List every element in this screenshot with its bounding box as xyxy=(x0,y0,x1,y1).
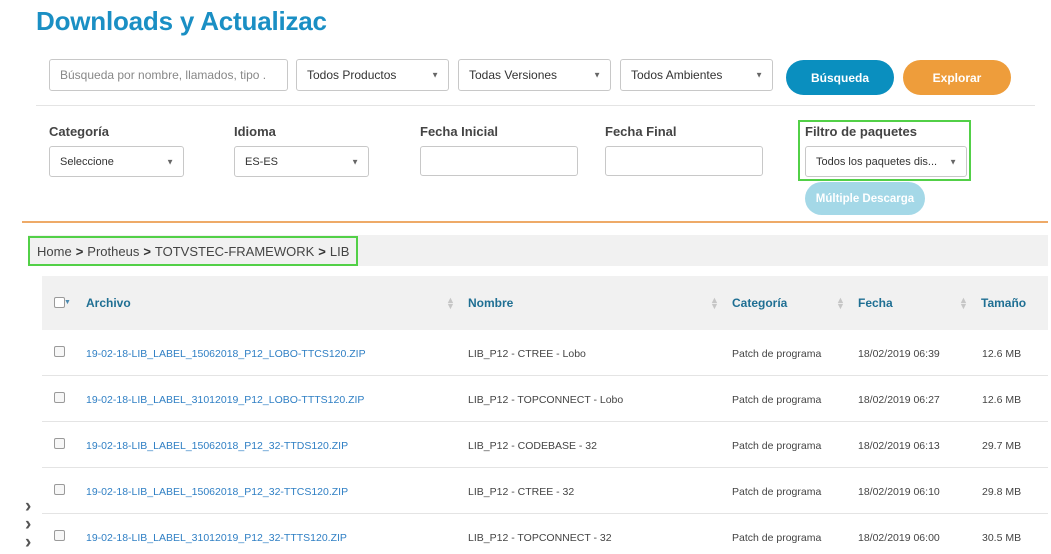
file-size: 30.5 MB xyxy=(982,532,1022,544)
table-row[interactable]: 19-02-18-LIB_LABEL_15062018_P12_LOBO-TTC… xyxy=(42,330,1048,376)
file-category: Patch de programa xyxy=(732,394,822,406)
file-size: 12.6 MB xyxy=(982,348,1022,360)
search-input[interactable] xyxy=(49,59,288,91)
file-size: 29.8 MB xyxy=(982,486,1022,498)
row-checkbox[interactable] xyxy=(54,438,65,449)
breadcrumb-lib[interactable]: LIB xyxy=(330,244,350,259)
column-header-file[interactable]: Archivo xyxy=(86,296,131,310)
chevron-right-icon: > xyxy=(318,243,326,259)
category-label: Categoría xyxy=(49,124,109,139)
caret-down-icon: ▼ xyxy=(351,157,359,166)
file-name: LIB_P12 - CODEBASE - 32 xyxy=(468,440,597,452)
package-filter-value: Todos los paquetes dis... xyxy=(816,155,938,168)
column-header-size[interactable]: Tamaño xyxy=(981,296,1026,310)
file-date: 18/02/2019 06:00 xyxy=(858,532,940,544)
file-date: 18/02/2019 06:27 xyxy=(858,394,940,406)
products-select-value: Todos Productos xyxy=(307,68,397,82)
file-name: LIB_P12 - TOPCONNECT - Lobo xyxy=(468,394,624,406)
sort-icon[interactable]: ▲ ▼ xyxy=(446,296,455,311)
end-date-input[interactable] xyxy=(605,146,763,176)
divider xyxy=(36,105,1035,106)
category-select-value: Seleccione xyxy=(60,155,114,168)
file-name: LIB_P12 - CTREE - 32 xyxy=(468,486,575,498)
versions-select[interactable]: Todas Versiones ▼ xyxy=(458,59,611,91)
row-checkbox[interactable] xyxy=(54,484,65,495)
table-row[interactable]: 19-02-18-LIB_LABEL_15062018_P12_32-TTCS1… xyxy=(42,468,1048,514)
breadcrumb-framework[interactable]: TOTVSTEC-FRAMEWORK xyxy=(155,244,314,259)
file-link[interactable]: 19-02-18-LIB_LABEL_15062018_P12_32-TTDS1… xyxy=(86,440,348,452)
row-checkbox[interactable] xyxy=(54,392,65,403)
file-link[interactable]: 19-02-18-LIB_LABEL_15062018_P12_32-TTCS1… xyxy=(86,486,348,498)
table-row[interactable]: 19-02-18-LIB_LABEL_31012019_P12_LOBO-TTT… xyxy=(42,376,1048,422)
package-filter-label: Filtro de paquetes xyxy=(805,124,917,139)
file-date: 18/02/2019 06:13 xyxy=(858,440,940,452)
start-date-input[interactable] xyxy=(420,146,578,176)
column-header-date[interactable]: Fecha xyxy=(858,296,893,310)
sort-icon[interactable]: ▲ ▼ xyxy=(959,296,968,311)
file-date: 18/02/2019 06:10 xyxy=(858,486,940,498)
chevron-right-icon: > xyxy=(143,243,151,259)
column-header-name[interactable]: Nombre xyxy=(468,296,513,310)
products-select[interactable]: Todos Productos ▼ xyxy=(296,59,449,91)
file-link[interactable]: 19-02-18-LIB_LABEL_31012019_P12_LOBO-TTT… xyxy=(86,394,364,406)
caret-down-icon[interactable]: ▼ xyxy=(64,299,71,306)
file-category: Patch de programa xyxy=(732,486,822,498)
file-size: 12.6 MB xyxy=(982,394,1022,406)
chevron-right-icon[interactable]: › xyxy=(25,533,39,552)
table-header xyxy=(42,276,1048,330)
end-date-label: Fecha Final xyxy=(605,124,677,139)
environments-select[interactable]: Todos Ambientes ▼ xyxy=(620,59,773,91)
package-filter-select[interactable]: Todos los paquetes dis... ▼ xyxy=(805,146,967,177)
caret-down-icon: ▼ xyxy=(755,70,763,80)
breadcrumb-home[interactable]: Home xyxy=(37,244,72,259)
language-select-value: ES-ES xyxy=(245,155,279,168)
versions-select-value: Todas Versiones xyxy=(469,68,558,82)
caret-down-icon: ▼ xyxy=(949,157,957,166)
sort-icon[interactable]: ▲ ▼ xyxy=(836,296,845,311)
breadcrumb-protheus[interactable]: Protheus xyxy=(87,244,139,259)
table-row[interactable]: 19-02-18-LIB_LABEL_31012019_P12_32-TTTS1… xyxy=(42,514,1048,554)
language-label: Idioma xyxy=(234,124,276,139)
page-title: Downloads y Actualizac xyxy=(36,6,327,36)
explore-button[interactable]: Explorar xyxy=(903,60,1011,95)
caret-down-icon: ▼ xyxy=(593,70,601,80)
column-header-category[interactable]: Categoría xyxy=(732,296,787,310)
caret-down-icon: ▼ xyxy=(166,157,174,166)
row-checkbox[interactable] xyxy=(54,530,65,541)
search-button[interactable]: Búsqueda xyxy=(786,60,894,95)
file-name: LIB_P12 - TOPCONNECT - 32 xyxy=(468,532,612,544)
file-size: 29.7 MB xyxy=(982,440,1022,452)
sort-icon[interactable]: ▲ ▼ xyxy=(710,296,719,311)
file-link[interactable]: 19-02-18-LIB_LABEL_15062018_P12_LOBO-TTC… xyxy=(86,348,366,360)
file-date: 18/02/2019 06:39 xyxy=(858,348,940,360)
category-select[interactable]: Seleccione ▼ xyxy=(49,146,184,177)
file-category: Patch de programa xyxy=(732,440,822,452)
section-divider xyxy=(22,221,1048,223)
environments-select-value: Todos Ambientes xyxy=(631,68,723,82)
file-category: Patch de programa xyxy=(732,532,822,544)
language-select[interactable]: ES-ES ▼ xyxy=(234,146,369,177)
caret-down-icon: ▼ xyxy=(431,70,439,80)
multi-download-button[interactable]: Múltiple Descarga xyxy=(805,182,925,215)
table-row[interactable]: 19-02-18-LIB_LABEL_15062018_P12_32-TTDS1… xyxy=(42,422,1048,468)
file-link[interactable]: 19-02-18-LIB_LABEL_31012019_P12_32-TTTS1… xyxy=(86,532,347,544)
chevron-right-icon: > xyxy=(75,243,84,259)
file-category: Patch de programa xyxy=(732,348,822,360)
start-date-label: Fecha Inicial xyxy=(420,124,499,139)
breadcrumb: Home > Protheus > TOTVSTEC-FRAMEWORK > L… xyxy=(28,236,359,266)
side-nav[interactable]: › › › xyxy=(25,497,39,552)
row-checkbox[interactable] xyxy=(54,346,65,357)
file-name: LIB_P12 - CTREE - Lobo xyxy=(468,348,586,360)
